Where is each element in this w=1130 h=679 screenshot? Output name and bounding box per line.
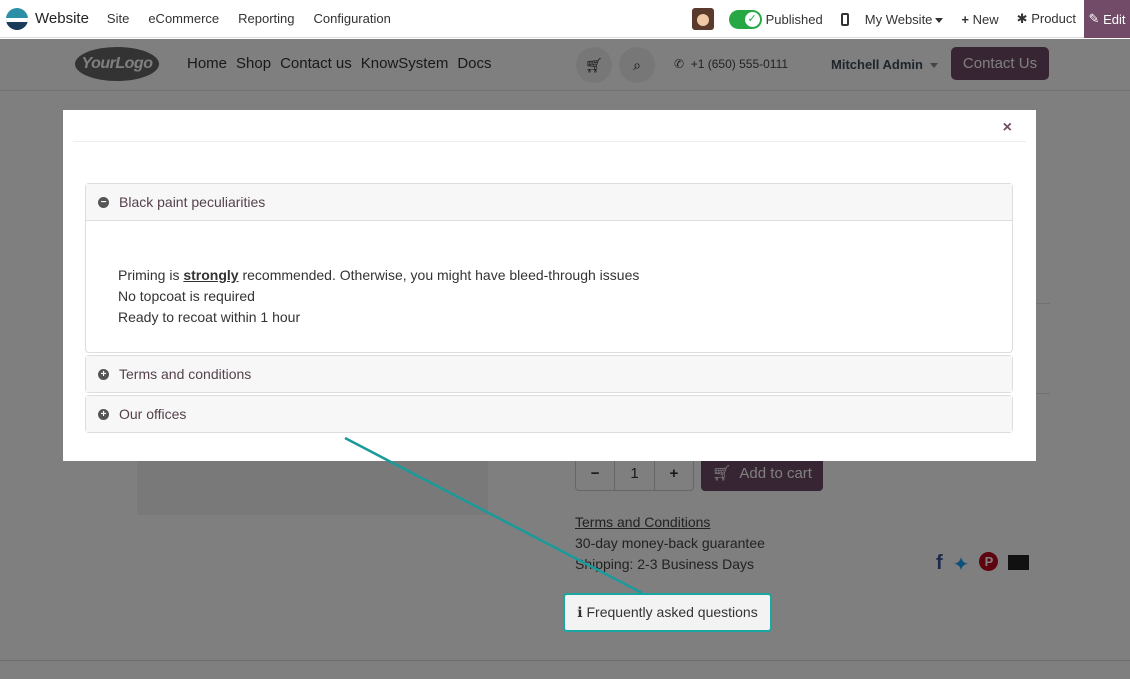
annotation-arrow <box>344 436 643 595</box>
